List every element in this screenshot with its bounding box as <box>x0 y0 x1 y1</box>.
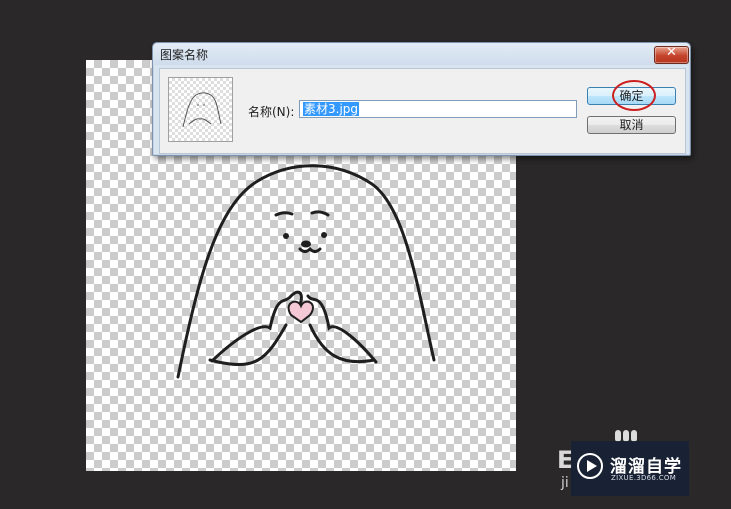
right-eyebrow <box>310 210 330 217</box>
left-eye <box>283 233 289 239</box>
watermark-url: ZIXUE.3D66.COM <box>611 474 677 482</box>
body-outline <box>176 164 436 379</box>
left-hand <box>208 323 288 366</box>
cancel-button[interactable]: 取消 <box>587 116 676 134</box>
name-input-value: 素材3.jpg <box>303 102 360 116</box>
right-eye <box>321 232 327 238</box>
left-arm <box>210 290 303 363</box>
pattern-name-dialog: 图案名称 ✕ 名称(N): 素材3.jpg 确定 取消 <box>152 42 691 156</box>
dialog-title: 图案名称 <box>160 48 209 62</box>
dialog-titlebar[interactable]: 图案名称 ✕ <box>153 43 690 65</box>
right-arm <box>306 294 378 364</box>
thumbnail-drawing <box>182 92 222 128</box>
name-input[interactable]: 素材3.jpg <box>299 100 577 118</box>
name-label: 名称(N): <box>248 105 295 119</box>
heart <box>287 300 314 324</box>
pattern-thumbnail <box>168 77 233 142</box>
left-eyebrow <box>274 211 294 217</box>
mouth <box>298 246 322 253</box>
close-icon: ✕ <box>666 45 677 60</box>
nose <box>301 240 311 248</box>
watermark-left-small: ji <box>561 475 569 491</box>
ok-highlight-ring <box>612 80 656 111</box>
dialog-body: 名称(N): 素材3.jpg 确定 取消 <box>159 68 686 154</box>
play-icon <box>577 453 603 479</box>
close-button[interactable]: ✕ <box>654 45 689 64</box>
